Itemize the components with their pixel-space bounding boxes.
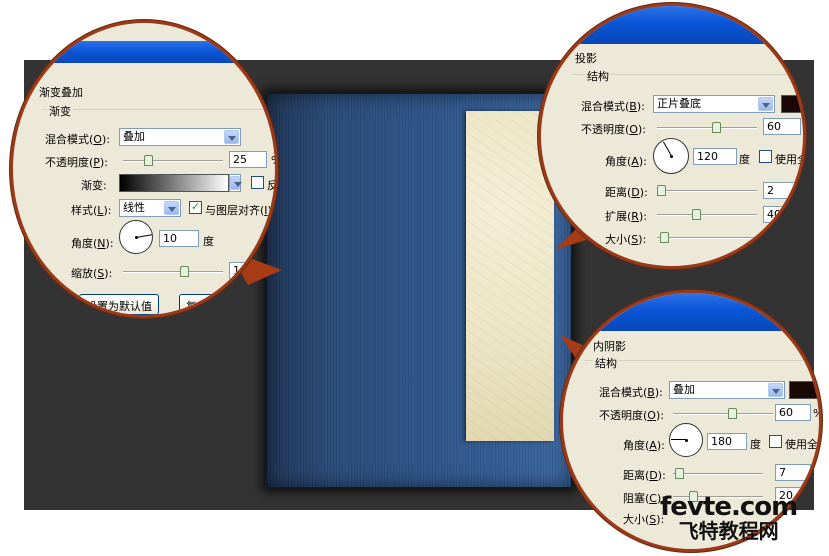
reverse-label: 反向 <box>267 179 278 192</box>
set-default-button[interactable]: 设置为默认值 <box>79 294 159 315</box>
global-light-label: 使用全局 <box>775 153 803 166</box>
panel-title: 内阴影 <box>593 340 626 353</box>
watermark-site-name: 飞特教程网 <box>678 519 779 543</box>
gradient-picker[interactable] <box>119 174 229 192</box>
panel-title: 渐变叠加 <box>39 86 83 99</box>
opacity-unit: % <box>813 407 819 420</box>
angle-unit: 度 <box>750 438 761 451</box>
angle-label: 角度(A): <box>605 155 647 168</box>
shadow-color-swatch[interactable] <box>781 95 803 113</box>
angle-label: 角度(A): <box>623 439 665 452</box>
opacity-slider[interactable] <box>657 122 757 133</box>
opacity-unit: % <box>271 154 275 167</box>
global-light-checkbox[interactable] <box>769 435 782 448</box>
blend-mode-select[interactable]: 正片叠底 <box>653 95 775 113</box>
shadow-color-swatch[interactable] <box>789 381 819 399</box>
watermark-domain: fevte.com <box>660 492 798 522</box>
angle-input[interactable]: 10 <box>159 230 199 247</box>
blend-mode-select[interactable]: 叠加 <box>119 128 241 146</box>
choke-label: 阻塞(C): <box>623 492 665 505</box>
distance-input[interactable]: 2 <box>763 182 801 199</box>
dial-hand <box>671 439 686 440</box>
dial-hand <box>136 234 152 238</box>
global-light-label: 使用全局 <box>785 438 819 451</box>
slider-thumb[interactable] <box>675 468 684 479</box>
opacity-label: 不透明度(O): <box>599 409 664 422</box>
reverse-checkbox[interactable] <box>251 176 264 189</box>
chevron-down-icon <box>230 176 242 190</box>
group-divider <box>43 109 275 110</box>
dialog-titlebar <box>563 293 819 331</box>
angle-input[interactable]: 180 <box>707 433 747 450</box>
blend-mode-label: 混合模式(B): <box>599 386 663 399</box>
angle-label: 角度(N): <box>71 237 114 250</box>
slider-thumb[interactable] <box>660 232 669 243</box>
scale-slider[interactable] <box>123 266 223 277</box>
group-divider <box>585 360 819 361</box>
spread-input[interactable]: 40 <box>763 206 801 223</box>
style-label: 样式(L): <box>71 204 112 217</box>
dial-hand <box>663 141 672 156</box>
dialog-titlebar <box>13 41 275 63</box>
distance-slider[interactable] <box>673 468 763 479</box>
slider-thumb[interactable] <box>692 209 701 220</box>
gradient-dropdown[interactable] <box>229 174 242 192</box>
dialog-titlebar <box>541 6 803 44</box>
opacity-input[interactable]: 25 <box>229 151 267 168</box>
scale-label: 缩放(S): <box>71 267 113 280</box>
panel-title: 投影 <box>575 52 597 65</box>
align-with-layer-checkbox[interactable] <box>189 200 202 214</box>
blend-mode-label: 混合模式(B): <box>581 100 645 113</box>
opacity-slider[interactable] <box>123 155 223 166</box>
slider-thumb[interactable] <box>180 266 189 277</box>
size-slider[interactable] <box>657 232 757 243</box>
distance-slider[interactable] <box>657 185 757 196</box>
opacity-label: 不透明度(P): <box>45 156 108 169</box>
chevron-down-icon <box>758 97 773 111</box>
angle-dial[interactable] <box>653 138 689 174</box>
angle-dial[interactable] <box>119 220 153 254</box>
spread-label: 扩展(R): <box>605 210 647 223</box>
scale-input[interactable]: 100 <box>229 262 267 279</box>
drop-shadow-callout: 投影 结构 混合模式(B): 正片叠底 不透明度(O): 60 % 角度(A):… <box>538 3 806 269</box>
opacity-input[interactable]: 60 <box>775 404 811 421</box>
gradient-overlay-callout: 渐变叠加 渐变 混合模式(O): 叠加 不透明度(P): 25 % 渐变: 反向… <box>10 20 278 318</box>
blend-mode-label: 混合模式(O): <box>45 133 110 146</box>
group-title: 结构 <box>593 355 619 371</box>
style-select[interactable]: 线性 <box>119 199 181 217</box>
distance-input[interactable]: 7 <box>775 464 811 481</box>
group-title: 结构 <box>585 68 611 84</box>
distance-unit: 像 <box>813 467 819 483</box>
angle-unit: 度 <box>739 153 750 166</box>
size-label: 大小(S): <box>605 233 647 246</box>
spread-slider[interactable] <box>657 209 757 220</box>
global-light-checkbox[interactable] <box>759 150 772 163</box>
slider-thumb[interactable] <box>657 185 666 196</box>
size-input[interactable]: 7 <box>763 229 801 246</box>
chevron-down-icon <box>768 383 783 397</box>
distance-label: 距离(D): <box>623 469 666 482</box>
angle-input[interactable]: 120 <box>693 148 737 165</box>
reset-button[interactable]: 复位 <box>179 294 239 315</box>
chevron-down-icon <box>224 130 239 144</box>
angle-unit: 度 <box>203 235 214 248</box>
align-label: 与图层对齐(I) <box>205 204 272 217</box>
size-label: 大小(S): <box>623 513 665 526</box>
site-watermark: fevte.com 飞特教程网 <box>660 492 798 543</box>
blend-mode-select[interactable]: 叠加 <box>669 381 785 399</box>
group-title: 渐变 <box>47 103 73 119</box>
distance-label: 距离(D): <box>605 186 648 199</box>
screenshot-stage: 渐变叠加 渐变 混合模式(O): 叠加 不透明度(P): 25 % 渐变: 反向… <box>0 0 829 556</box>
slider-thumb[interactable] <box>728 408 737 419</box>
slider-thumb[interactable] <box>144 155 153 166</box>
slider-thumb[interactable] <box>712 122 721 133</box>
gradient-label: 渐变: <box>81 179 107 192</box>
opacity-input[interactable]: 60 <box>763 118 801 135</box>
angle-dial[interactable] <box>669 423 703 457</box>
opacity-slider[interactable] <box>673 408 773 419</box>
opacity-label: 不透明度(O): <box>581 123 646 136</box>
chevron-down-icon <box>164 201 179 215</box>
